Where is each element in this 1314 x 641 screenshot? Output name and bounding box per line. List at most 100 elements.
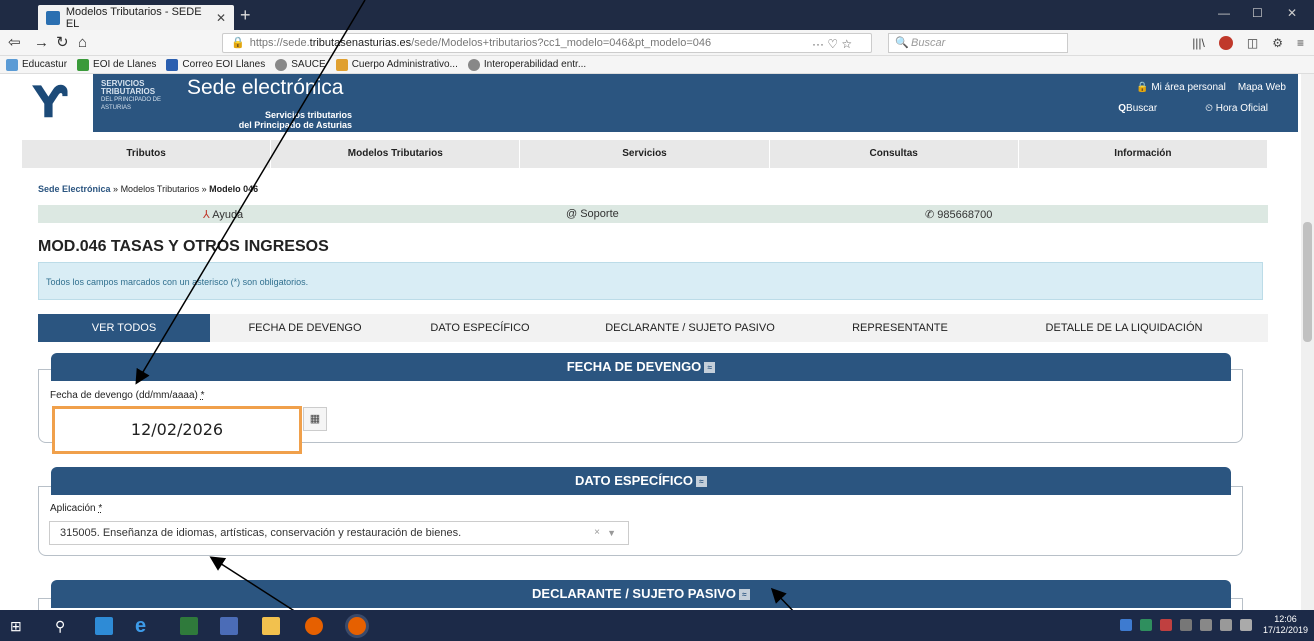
aplicacion-select[interactable]: 315005. Enseñanza de idiomas, artísticas… [49,521,629,545]
bookmark-correo[interactable]: Correo EOI Llanes [166,58,266,71]
section-declarante-header[interactable]: DECLARANTE / SUJETO PASIVO ≈ [51,580,1231,608]
menu-item-tributos[interactable]: Tributos [22,140,272,168]
breadcrumb-modelos[interactable]: Modelos Tributarios [121,184,200,194]
bookmark-sauce[interactable]: SAUCE [275,58,326,71]
windows-start-icon[interactable]: ⊞ [10,617,28,635]
tray-icon-2[interactable] [1140,619,1152,631]
reload-icon[interactable]: ↻ [56,34,69,52]
header-links-top: 🔒 Mi área personal Mapa Web [1136,82,1286,93]
app-icon-1[interactable] [180,617,198,635]
network-icon[interactable] [1200,619,1212,631]
tab-detalle-liquidacion[interactable]: DETALLE DE LA LIQUIDACIÓN [980,314,1268,342]
home-icon[interactable]: ⌂ [78,34,87,52]
clear-icon[interactable]: × [594,522,600,544]
extension-icon[interactable]: ⚙ [1272,36,1283,50]
file-explorer-icon[interactable] [262,617,280,635]
bookmark-cuerpo[interactable]: Cuerpo Administrativo... [335,58,458,71]
app-icon-2[interactable] [220,617,238,635]
close-window-icon[interactable]: ✕ [1287,6,1297,20]
browser-nav-bar: ⇦ → ↻ ⌂ 🔒 https://sede.tributasenasturias… [0,30,1314,56]
notification-icon[interactable] [1240,619,1252,631]
tab-representante[interactable]: REPRESENTANTE [820,314,980,342]
url-path: /sede/Modelos+tributarios?cc1_modelo=046… [411,37,712,49]
scroll-thumb[interactable] [1303,222,1312,342]
tray-icon-4[interactable] [1180,619,1192,631]
pdf-icon: ⅄ [203,209,210,221]
collapse-icon[interactable]: ≈ [704,362,716,374]
bookmark-label: Correo EOI Llanes [182,59,266,70]
maximize-icon[interactable]: ☐ [1252,6,1263,20]
tab-declarante[interactable]: DECLARANTE / SUJETO PASIVO [560,314,820,342]
firefox-active-icon[interactable] [348,617,366,635]
minimize-icon[interactable]: — [1218,6,1230,20]
browser-tab[interactable]: Modelos Tributarios - SEDE EL ✕ [38,5,234,30]
firefox-icon[interactable] [305,617,323,635]
site-header: Ƴ SERVICIOS TRIBUTARIOS DEL PRINCIPADO D… [7,74,1298,132]
collapse-icon[interactable]: ≈ [695,476,707,488]
page-actions-icon[interactable]: ··· ♡ ☆ [812,37,852,51]
menu-icon[interactable]: ≡ [1297,36,1304,50]
logo-line3: DEL PRINCIPADO DE ASTURIAS [101,97,162,111]
forward-icon[interactable]: → [34,34,49,52]
area-personal-link[interactable]: 🔒 Mi área personal [1136,82,1226,93]
browser-search-input[interactable]: 🔍 Buscar [888,33,1068,53]
section-dato-header[interactable]: DATO ESPECÍFICO ≈ [51,467,1231,495]
collapse-icon[interactable]: ≈ [738,589,750,601]
page-title: MOD.046 TASAS Y OTROS INGRESOS [38,238,329,255]
url-bar[interactable]: 🔒 https://sede.tributasenasturias.es/sede… [222,33,872,53]
fecha-devengo-input[interactable]: 12/02/2026 [52,406,302,454]
bookmark-eoi[interactable]: EOI de Llanes [77,58,156,71]
bookmark-icon [275,58,288,71]
adblock-icon[interactable] [1218,36,1233,50]
tab-fecha-devengo[interactable]: FECHA DE DEVENGO [210,314,400,342]
search-icon[interactable]: ⚲ [55,617,73,635]
page-scrollbar[interactable] [1301,74,1314,610]
bookmark-icon [77,58,90,71]
tray-icon-3[interactable] [1160,619,1172,631]
bookmark-interop[interactable]: Interoperabilidad entr... [467,58,586,71]
calendar-icon[interactable]: ▦ [303,407,327,431]
tab-dato-especifico[interactable]: DATO ESPECÍFICO [400,314,560,342]
lock-icon: 🔒 [231,37,245,49]
mapa-web-link[interactable]: Mapa Web [1238,82,1286,93]
breadcrumb-separator: » [199,184,210,194]
logo-mark-icon: Ƴ [32,77,68,128]
section-declarante-title: DECLARANTE / SUJETO PASIVO [532,586,736,601]
new-tab-icon[interactable]: + [240,5,251,25]
library-icon[interactable]: |||\ [1192,36,1205,50]
menu-item-modelos[interactable]: Modelos Tributarios [271,140,521,168]
task-view-icon[interactable] [95,617,113,635]
hora-oficial-link[interactable]: ⏲ Hora Oficial [1205,103,1268,114]
soporte-link[interactable]: @ Soporte [566,208,619,220]
telefono-text: ✆ 985668700 [925,209,993,221]
tab-title: Modelos Tributarios - SEDE EL [65,5,202,30]
chevron-down-icon[interactable]: ▼ [607,522,616,544]
info-alert: Todos los campos marcados con un asteris… [38,262,1263,300]
tray-icon-1[interactable] [1120,619,1132,631]
menu-item-informacion[interactable]: Información [1019,140,1267,168]
bookmark-icon [166,58,179,71]
section-dato-title: DATO ESPECÍFICO [575,473,693,488]
close-tab-icon[interactable]: ✕ [216,11,226,25]
site-logo[interactable]: Ƴ [7,74,93,132]
menu-item-servicios[interactable]: Servicios [520,140,770,168]
hora-oficial-label: Hora Oficial [1215,103,1268,114]
lock-icon: 🔒 [1136,82,1149,93]
breadcrumb-root[interactable]: Sede Electrónica [38,184,111,194]
taskbar-clock[interactable]: 12:06 17/12/2019 [1263,614,1308,636]
ayuda-label: Ayuda [212,209,244,221]
sidebar-icon[interactable]: ◫ [1247,36,1258,50]
bookmark-educastur[interactable]: Educastur [6,58,67,71]
bookmark-icon [467,58,480,71]
clock-time: 12:06 [1274,614,1297,624]
breadcrumb-current: Modelo 046 [209,184,259,194]
edge-icon[interactable]: e [135,616,153,636]
search-icon: Q [1118,103,1127,114]
ayuda-link[interactable]: ⅄ Ayuda [203,208,243,221]
volume-icon[interactable] [1220,619,1232,631]
tab-ver-todos[interactable]: VER TODOS [38,314,210,342]
back-icon[interactable]: ⇦ [8,34,21,52]
menu-item-consultas[interactable]: Consultas [770,140,1019,168]
section-fecha-header[interactable]: FECHA DE DEVENGO ≈ [51,353,1231,381]
buscar-link[interactable]: QBuscar [1118,103,1157,114]
